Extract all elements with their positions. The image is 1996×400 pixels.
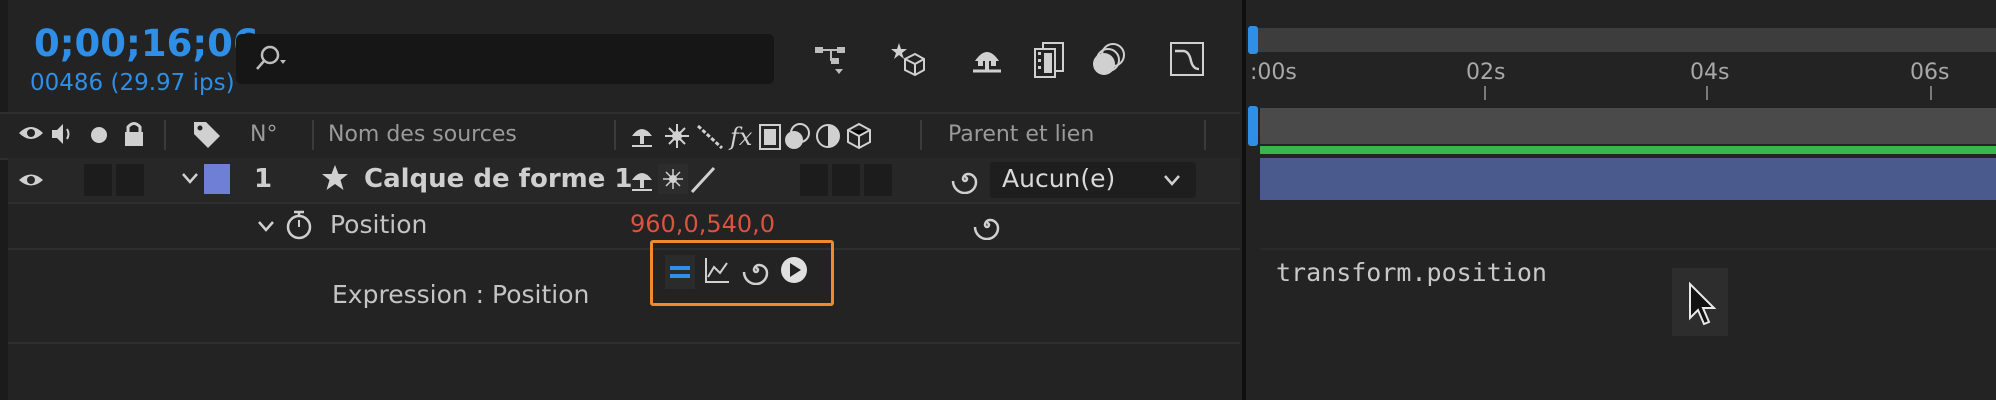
current-time-display[interactable]: 0;00;16;06	[34, 22, 259, 65]
audio-icon[interactable]	[50, 122, 76, 150]
stopwatch-icon[interactable]	[284, 208, 314, 246]
label-tag-icon[interactable]	[192, 120, 222, 152]
switch-cell[interactable]	[800, 164, 828, 196]
chevron-down-icon[interactable]	[1162, 170, 1182, 194]
expression-label: Expression : Position	[332, 280, 590, 309]
time-ruler-tick-label: 06s	[1910, 60, 1950, 85]
search-input[interactable]	[236, 34, 774, 84]
cursor-hover-area	[1672, 268, 1728, 336]
property-value[interactable]: 960,0,540,0	[630, 210, 775, 238]
switches-icons: fx	[630, 120, 902, 156]
expression-row: Expression : Position	[8, 250, 1240, 344]
pick-whip-icon[interactable]	[950, 164, 980, 198]
frame-blending-icon[interactable]	[1026, 36, 1072, 82]
mouse-cursor-icon	[1688, 281, 1718, 332]
graph-editor-icon[interactable]	[1164, 36, 1210, 82]
panel-edge	[0, 0, 8, 400]
solo-icon[interactable]	[90, 126, 108, 148]
render-status-bar	[1260, 146, 1996, 154]
expression-language-menu-icon[interactable]	[779, 255, 809, 289]
chevron-down-icon[interactable]	[180, 168, 200, 192]
parent-select[interactable]: Aucun(e)	[990, 162, 1196, 198]
time-navigator-bar[interactable]	[1252, 28, 1996, 52]
layer-number: 1	[254, 164, 273, 194]
time-ruler-tick	[1706, 86, 1708, 100]
expression-controls-highlight	[650, 240, 834, 306]
draft-3d-icon[interactable]	[884, 36, 930, 82]
visibility-icon[interactable]	[18, 170, 44, 194]
expression-graph-icon[interactable]	[703, 255, 731, 289]
current-time-indicator[interactable]	[1248, 106, 1258, 146]
svg-text:fx: fx	[728, 123, 753, 151]
layer-switches[interactable]	[630, 162, 750, 200]
layer-name[interactable]: Calque de forme 1	[364, 164, 633, 194]
time-ruler-tick	[1484, 86, 1486, 100]
parent-select-value: Aucun(e)	[1002, 164, 1116, 193]
lock-icon[interactable]	[122, 120, 146, 152]
column-parent[interactable]: Parent et lien	[948, 122, 1094, 147]
property-row-position[interactable]: Position 960,0,540,0	[8, 204, 1240, 250]
column-header: N° Nom des sources fx Parent et lien	[0, 112, 1240, 160]
shy-layers-icon[interactable]	[964, 36, 1010, 82]
work-area-bar[interactable]	[1260, 108, 1996, 144]
layer-duration-bar[interactable]	[1260, 158, 1996, 200]
expression-editor-text[interactable]: transform.position	[1276, 258, 1547, 287]
search-icon[interactable]	[252, 42, 296, 80]
time-ruler-tick	[1930, 86, 1932, 100]
audio-switch[interactable]	[84, 164, 112, 196]
switch-cell[interactable]	[864, 164, 892, 196]
shape-layer-star-icon	[320, 163, 350, 197]
chevron-down-icon[interactable]	[256, 216, 276, 240]
expression-pick-whip-icon[interactable]	[741, 255, 771, 289]
time-navigator-start-handle[interactable]	[1248, 26, 1258, 54]
comp-flowchart-icon[interactable]	[808, 36, 854, 82]
property-name: Position	[330, 210, 428, 239]
lock-switch[interactable]	[116, 164, 144, 196]
layer-label-color[interactable]	[204, 164, 230, 194]
frame-count-display: 00486 (29.97 ips)	[30, 70, 235, 96]
eye-icon[interactable]	[18, 122, 44, 148]
switch-cell[interactable]	[832, 164, 860, 196]
pick-whip-icon[interactable]	[972, 210, 1002, 244]
property-track	[1260, 202, 1996, 250]
time-ruler-tick-label: 02s	[1466, 60, 1506, 85]
time-ruler-tick-label: :00s	[1250, 60, 1297, 85]
enable-expression-icon[interactable]	[665, 255, 695, 293]
motion-blur-icon[interactable]	[1086, 36, 1132, 82]
time-ruler-tick-label: 04s	[1690, 60, 1730, 85]
timeline-graph-panel	[1246, 0, 1996, 400]
column-source-name[interactable]: Nom des sources	[328, 122, 517, 147]
column-number: N°	[250, 122, 278, 147]
